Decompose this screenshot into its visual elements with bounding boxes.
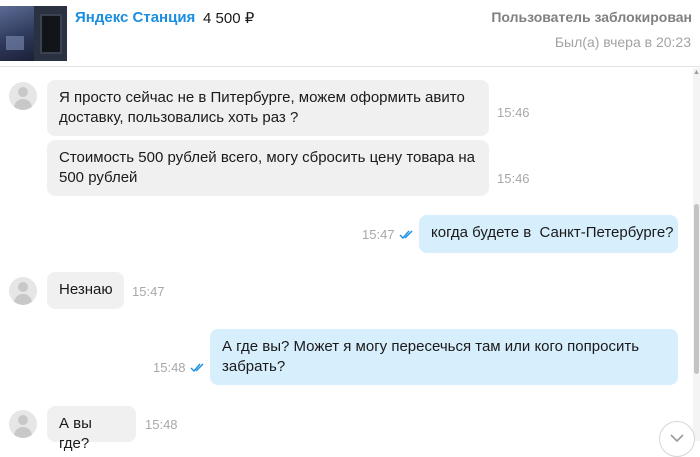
item-title-link[interactable]: Яндекс Станция — [75, 9, 195, 26]
message-time: 15:47 — [362, 227, 395, 242]
user-avatar-icon — [9, 277, 37, 305]
message-bubble-incoming: А вы где? — [47, 406, 136, 452]
message-text-line: Я просто сейчас не в Питербурге, можем о… — [59, 89, 465, 106]
message-time: 15:47 — [132, 284, 165, 299]
message-bubble-incoming: Незнаю — [47, 272, 124, 309]
message-text-line: доставку, пользовались хоть раз ? — [59, 109, 299, 126]
message-text-line: 500 рублей — [59, 169, 138, 186]
message-bubble-incoming: Стоимость 500 рублей всего, могу сбросит… — [47, 140, 489, 196]
item-thumbnail[interactable] — [0, 6, 67, 61]
message-time: 15:46 — [497, 171, 530, 186]
message-text-line: Стоимость 500 рублей всего, могу сбросит… — [59, 149, 476, 166]
scrollbar-thumb[interactable] — [694, 204, 699, 374]
message-text-line: Незнаю — [59, 281, 113, 298]
scroll-up-arrow-icon[interactable]: ▲ — [693, 68, 700, 78]
thumbnail-image-right — [40, 14, 62, 54]
thumbnail-highlight — [6, 36, 24, 50]
message-bubble-incoming: Я просто сейчас не в Питербурге, можем о… — [47, 80, 489, 136]
chevron-down-icon — [670, 434, 684, 443]
message-text-line: А где вы? Может я могу пересечься там ил… — [222, 338, 640, 355]
message-time: 15:48 — [145, 417, 178, 432]
message-time: 15:46 — [497, 105, 530, 120]
scroll-down-button[interactable] — [659, 421, 695, 457]
double-check-icon — [399, 230, 413, 240]
item-price: 4 500 ₽ — [203, 10, 255, 27]
message-time: 15:48 — [153, 360, 186, 375]
user-avatar-icon — [9, 410, 37, 438]
user-avatar-icon — [9, 82, 37, 110]
last-seen-text: Был(а) вчера в 20:23 — [554, 34, 691, 50]
message-text-line: забрать? — [222, 358, 286, 375]
chat-scrollbar[interactable]: ▲ — [693, 68, 700, 441]
user-blocked-status: Пользователь заблокирован — [491, 9, 692, 25]
double-check-icon — [190, 363, 204, 373]
thumbnail-image-left — [0, 6, 34, 61]
message-bubble-outgoing: А где вы? Может я могу пересечься там ил… — [210, 329, 678, 385]
message-text-line: когда будете в Санкт-Петербурге? — [431, 224, 674, 241]
message-bubble-outgoing: когда будете в Санкт-Петербурге? — [419, 215, 678, 253]
message-text-line: А вы где? — [59, 415, 92, 452]
chat-header: Яндекс Станция 4 500 ₽ Пользователь забл… — [0, 0, 700, 67]
